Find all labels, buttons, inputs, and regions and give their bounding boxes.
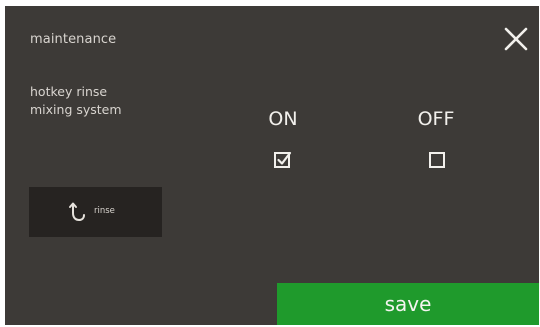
save-button[interactable]: save: [277, 283, 539, 325]
maintenance-screen: maintenance hotkey rinse mixing system O…: [5, 6, 539, 325]
close-button[interactable]: [501, 24, 531, 54]
rinse-button-label: rinse: [94, 206, 115, 216]
rinse-button[interactable]: rinse: [29, 187, 162, 237]
checkbox-unchecked-icon: [429, 152, 445, 168]
page-title: maintenance: [30, 32, 117, 47]
checkbox-checked-icon: [274, 151, 292, 168]
option-on-label: ON: [268, 108, 298, 130]
option-off-label: OFF: [417, 108, 455, 130]
option-on-checkbox[interactable]: [273, 150, 293, 170]
setting-label-line2: mixing system: [30, 102, 122, 117]
close-icon: [504, 27, 528, 51]
setting-label-line1: hotkey rinse: [30, 84, 108, 99]
rinse-arrow-icon: [67, 201, 87, 223]
setting-description: hotkey rinse mixing system: [30, 83, 122, 119]
option-off-checkbox[interactable]: [427, 150, 447, 170]
